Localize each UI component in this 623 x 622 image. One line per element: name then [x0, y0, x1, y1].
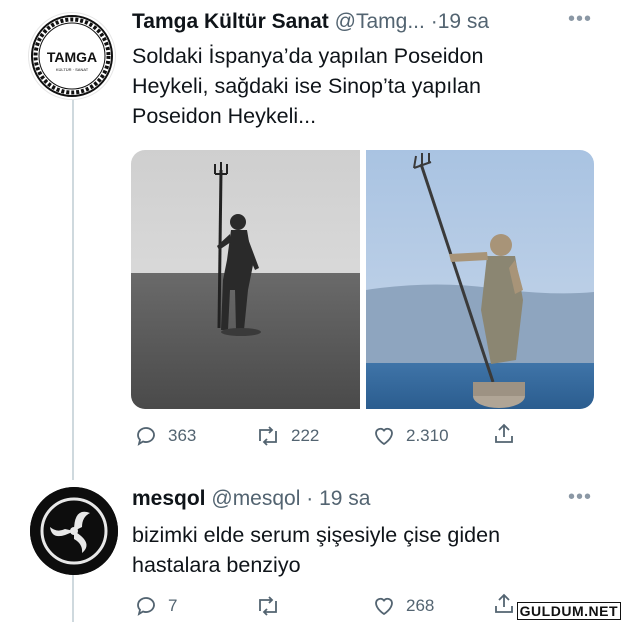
share-icon — [495, 593, 513, 613]
reply-count: 7 — [168, 596, 178, 615]
share-button[interactable] — [492, 592, 516, 616]
tweet-header: Tamga Kültür Sanat @Tamg... ·19 sa — [132, 9, 489, 35]
tamga-logo-icon: TAMGA KÜLTÜR · SANAT — [31, 15, 113, 97]
heart-icon — [375, 427, 393, 446]
tweet-text-line: hastalara benziyo — [132, 553, 301, 577]
retweet-icon — [259, 596, 277, 616]
retweet-button[interactable] — [255, 594, 291, 618]
timestamp[interactable]: 19 sa — [438, 10, 489, 33]
avatar-logo-text: TAMGA — [47, 49, 97, 65]
heart-icon — [375, 597, 393, 616]
tweet-text: Soldaki İspanya’da yapılan Poseidon Heyk… — [132, 41, 483, 131]
share-icon — [495, 423, 513, 443]
reply-button[interactable]: 363 — [134, 424, 196, 448]
tweet-text: bizimki elde serum şişesiyle çise giden … — [132, 520, 500, 580]
thread-connector — [72, 98, 74, 480]
retweet-count: 222 — [291, 426, 320, 445]
reply-button[interactable]: 7 — [134, 594, 177, 618]
like-button[interactable]: 268 — [372, 594, 434, 618]
like-count: 2.310 — [406, 426, 449, 445]
share-button[interactable] — [492, 422, 516, 446]
watermark: GULDUM.NET — [516, 602, 621, 620]
tweet-text-line: Soldaki İspanya’da yapılan Poseidon — [132, 44, 484, 68]
tweet-text-line: bizimki elde serum şişesiyle çise giden — [132, 523, 501, 547]
avatar-logo-subtext: KÜLTÜR · SANAT — [56, 67, 89, 72]
triskele-icon — [30, 487, 118, 575]
retweet-button[interactable]: 222 — [255, 424, 319, 448]
handle[interactable]: @Tamg... — [335, 10, 425, 33]
reply-icon — [137, 427, 155, 446]
separator: · — [306, 487, 314, 510]
media-image-left[interactable] — [131, 150, 360, 409]
separator: · — [430, 10, 438, 33]
more-options-icon[interactable]: ••• — [568, 8, 592, 31]
thread-connector — [72, 575, 74, 622]
tweet-media[interactable] — [131, 150, 594, 409]
avatar[interactable]: TAMGA KÜLTÜR · SANAT — [28, 12, 116, 100]
reply-icon — [137, 597, 155, 616]
media-image-right[interactable] — [366, 150, 594, 409]
tweet-header: mesqol @mesqol · 19 sa — [132, 486, 370, 512]
retweet-icon — [259, 426, 277, 446]
reply-count: 363 — [168, 426, 197, 445]
tweet-text-line: Heykeli, sağdaki ise Sinop’ta yapılan — [132, 74, 481, 98]
handle[interactable]: @mesqol — [211, 487, 300, 510]
display-name[interactable]: mesqol — [132, 487, 206, 510]
like-button[interactable]: 2.310 — [372, 424, 449, 448]
more-options-icon[interactable]: ••• — [568, 486, 592, 509]
timestamp[interactable]: 19 sa — [319, 487, 370, 510]
avatar[interactable] — [30, 487, 118, 575]
like-count: 268 — [406, 596, 435, 615]
display-name[interactable]: Tamga Kültür Sanat — [132, 10, 329, 33]
tweet-text-line: Poseidon Heykeli... — [132, 104, 317, 128]
